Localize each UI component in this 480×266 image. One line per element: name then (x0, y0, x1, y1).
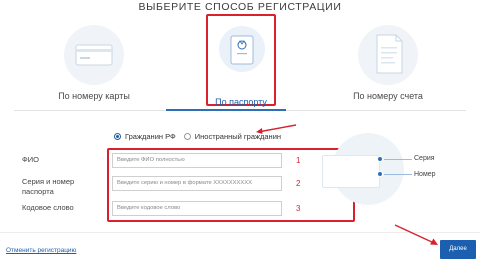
radio-button-checked[interactable] (114, 133, 121, 140)
next-button[interactable]: Далее (440, 240, 476, 259)
radio-citizen-rf[interactable]: Гражданин РФ (114, 132, 176, 141)
method-account-label: По номеру счета (353, 91, 423, 101)
passport-illustration (322, 155, 380, 188)
radio-button[interactable] (183, 133, 191, 140)
number-marker-dot (377, 171, 383, 177)
code-word-input[interactable]: Введите кодовое слово (112, 201, 282, 216)
method-card-label: По номеру карты (58, 91, 130, 101)
marker-1: 1 (296, 156, 301, 165)
code-word-label: Кодовое слово (22, 203, 74, 212)
marker-2: 2 (296, 179, 301, 188)
tabs-active-indicator (166, 109, 286, 111)
arrow-icon (256, 124, 297, 134)
series-pointer-line (384, 159, 412, 160)
method-tab-passport[interactable]: По паспорту (206, 14, 276, 107)
page-title: ВЫБЕРИТЕ СПОСОБ РЕГИСТРАЦИИ (138, 1, 342, 13)
cancel-registration-link[interactable]: Отменить регистрацию (6, 247, 76, 254)
passport-label: Серия и номер паспорта (22, 177, 75, 196)
arrow-icon (394, 224, 438, 245)
series-marker-dot (377, 156, 383, 162)
fio-label: ФИО (22, 155, 39, 164)
method-tab-account[interactable]: По номеру счета (318, 25, 458, 113)
radio-citizen-rf-label: Гражданин РФ (125, 132, 176, 141)
method-tab-card[interactable]: По номеру карты (24, 25, 164, 113)
series-label: Серия (414, 155, 435, 162)
method-passport-label: По паспорту (215, 97, 267, 107)
marker-3: 3 (296, 204, 301, 213)
number-label: Номер (414, 171, 436, 178)
document-icon (376, 34, 403, 74)
fio-input[interactable]: Введите ФИО полностью (112, 153, 282, 168)
card-icon (75, 44, 113, 66)
passport-input[interactable]: Введите серию и номер в формате XXXXXXXX… (112, 176, 282, 191)
passport-icon (230, 35, 254, 65)
number-pointer-line (384, 174, 412, 175)
